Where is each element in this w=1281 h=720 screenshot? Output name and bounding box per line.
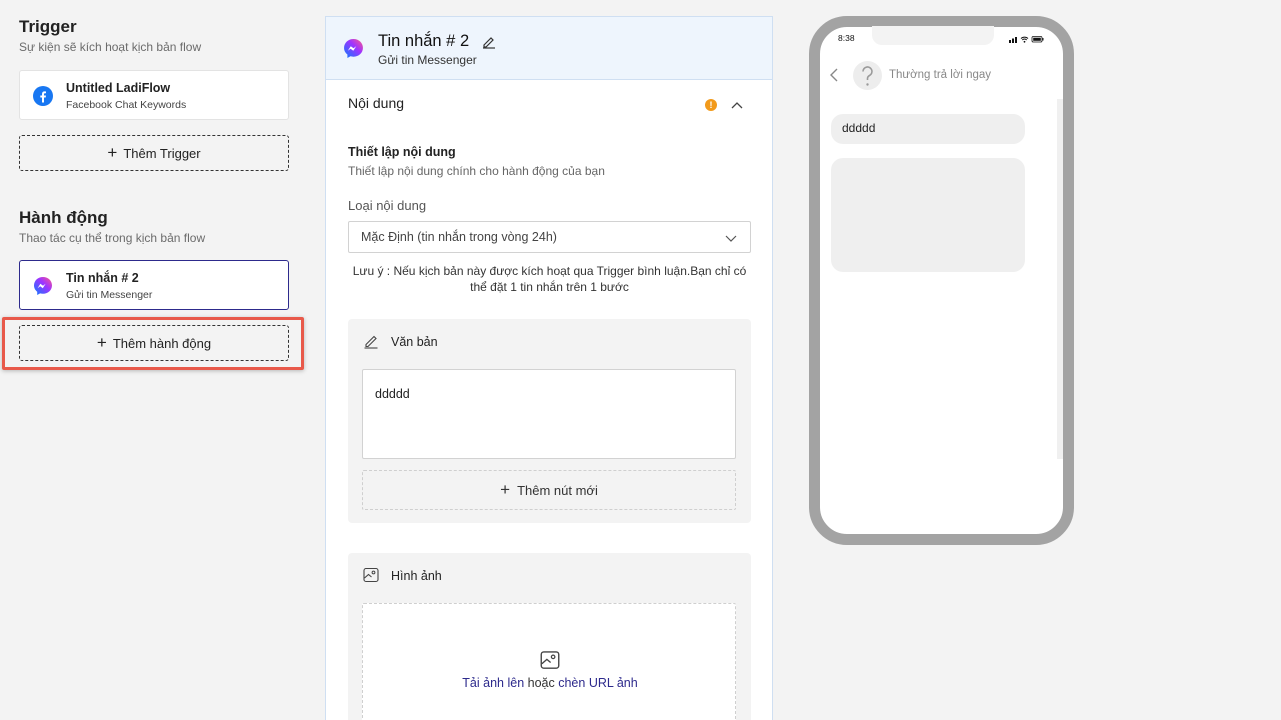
text-block: Văn bản ddddd + Thêm nút mới (348, 319, 751, 523)
messenger-icon (34, 277, 52, 295)
add-trigger-button[interactable]: + Thêm Trigger (19, 135, 289, 171)
comment-trigger-note: Lưu ý : Nếu kịch bản này được kích hoạt … (352, 264, 747, 294)
text-block-title: Văn bản (391, 335, 438, 349)
status-bar-icons (1009, 36, 1044, 43)
chevron-up-icon[interactable] (729, 97, 745, 113)
add-action-button[interactable]: + Thêm hành động (19, 325, 289, 361)
pencil-icon (364, 335, 378, 349)
messenger-icon (344, 39, 363, 58)
upload-or-text: hoặc (527, 676, 555, 690)
content-type-select[interactable]: Mặc Định (tin nhắn trong vòng 24h) (348, 221, 751, 253)
trigger-section-subtitle: Sự kiện sẽ kích hoạt kịch bản flow (19, 40, 202, 54)
editor-title: Tin nhắn # 2 (378, 32, 470, 50)
action-card-type: Gửi tin Messenger (66, 289, 153, 301)
add-new-button[interactable]: + Thêm nút mới (362, 470, 736, 510)
upload-text: Tải ảnh lên hoặc chèn URL ảnh (363, 676, 737, 690)
facebook-icon (33, 86, 53, 106)
trigger-section-title: Trigger (19, 17, 77, 36)
plus-icon: + (500, 479, 511, 499)
actions-section-title: Hành động (19, 208, 108, 227)
question-mark-icon (862, 66, 873, 86)
add-new-button-label: Thêm nút mới (517, 482, 598, 498)
setup-title: Thiết lập nội dung (348, 145, 456, 159)
preview-image-bubble (831, 158, 1025, 272)
image-icon (363, 567, 379, 583)
content-type-label: Loại nội dung (348, 198, 427, 213)
page-response-status: Thường trả lời ngay (889, 69, 992, 81)
image-block-title: Hình ảnh (391, 569, 442, 583)
plus-icon: + (107, 142, 118, 162)
action-editor-panel: Tin nhắn # 2 Gửi tin Messenger Nội dung … (325, 16, 773, 720)
edit-pencil-icon[interactable] (482, 35, 496, 49)
editor-header: Tin nhắn # 2 Gửi tin Messenger (326, 17, 772, 80)
chevron-down-icon (725, 235, 737, 242)
trigger-card-type: Facebook Chat Keywords (66, 99, 187, 111)
action-card-selected[interactable]: Tin nhắn # 2 Gửi tin Messenger (19, 260, 289, 310)
add-action-label: Thêm hành động (112, 335, 212, 351)
content-type-value: Mặc Định (tin nhắn trong vòng 24h) (361, 230, 557, 244)
setup-description: Thiết lập nội dung chính cho hành động c… (348, 164, 605, 178)
back-arrow-icon[interactable] (828, 67, 840, 83)
message-text-input[interactable]: ddddd (362, 369, 736, 459)
messenger-preview-phone: 8:38 Thường trả lời ngay ddddd (809, 16, 1074, 545)
trigger-card[interactable]: Untitled LadiFlow Facebook Chat Keywords (19, 70, 289, 120)
avatar (853, 61, 882, 90)
actions-section-subtitle: Thao tác cụ thể trong kịch bản flow (19, 231, 206, 245)
flow-sidebar: Trigger Sự kiện sẽ kích hoạt kịch bản fl… (0, 0, 310, 720)
content-section-title[interactable]: Nội dung (348, 95, 404, 111)
insert-url-link[interactable]: chèn URL ảnh (558, 676, 637, 690)
action-card-name: Tin nhắn # 2 (66, 271, 139, 285)
warning-badge: ! (705, 99, 717, 111)
trigger-card-name: Untitled LadiFlow (66, 81, 171, 95)
preview-text-bubble: ddddd (831, 114, 1025, 144)
phone-notch (872, 26, 994, 45)
plus-icon: + (96, 332, 107, 352)
chat-scrollbar[interactable] (1057, 99, 1063, 459)
image-block: Hình ảnh Tải ảnh lên hoặc chèn URL ảnh (348, 553, 751, 720)
image-upload-area[interactable]: Tải ảnh lên hoặc chèn URL ảnh (362, 603, 736, 720)
upload-image-link[interactable]: Tải ảnh lên (462, 676, 524, 690)
editor-subtitle: Gửi tin Messenger (378, 53, 477, 67)
add-trigger-label: Thêm Trigger (123, 145, 201, 161)
phone-time: 8:38 (838, 33, 855, 43)
image-upload-icon (540, 651, 560, 669)
